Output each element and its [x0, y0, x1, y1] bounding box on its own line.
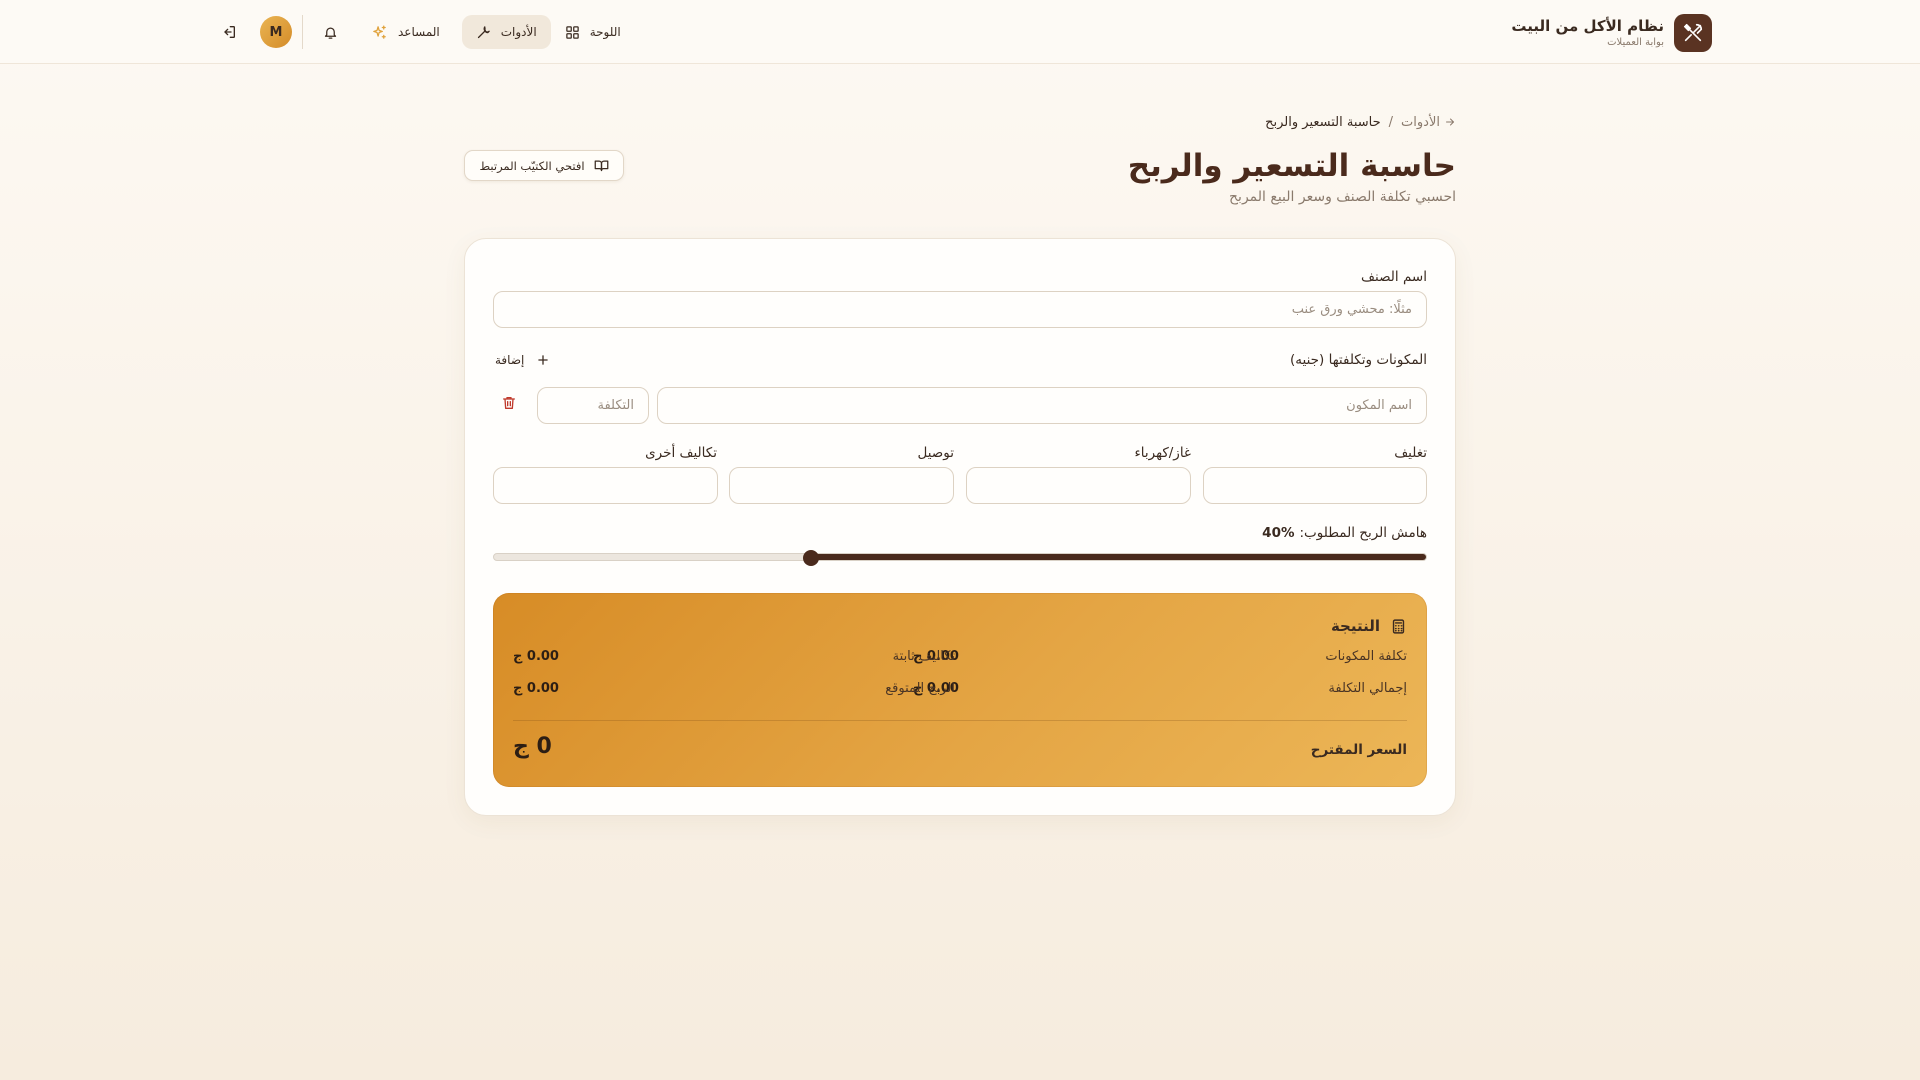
result-panel: النتيجة تكلفة المكونات 0.00 ج تكاليف ثاب… [493, 593, 1427, 787]
fixed-costs-label: تكاليف ثابتة [892, 649, 955, 664]
delivery-input[interactable] [729, 467, 954, 504]
page-title: حاسبة التسعير والربح [1127, 148, 1456, 184]
result-divider [513, 720, 1407, 721]
arrow-right-icon [1446, 118, 1454, 126]
bell-icon [324, 27, 336, 39]
gas-electricity-label: غاز/كهرباء [1134, 445, 1191, 461]
other-costs-label: تكاليف أخرى [645, 445, 717, 461]
calculator-card: اسم الصنف مثلًا: محشي ورق عنب المكونات و… [464, 238, 1456, 816]
utensils-icon [1674, 14, 1712, 52]
margin-slider-track[interactable] [493, 553, 1427, 561]
nav-assistant-label: المساعد [398, 25, 440, 39]
ingredients-label: المكونات وتكلفتها (جنيه) [1290, 352, 1427, 368]
nav-tools[interactable]: الأدوات [461, 15, 551, 49]
delivery-label: توصيل [917, 445, 955, 461]
total-cost-label: إجمالي التكلفة [1328, 681, 1407, 696]
wrench-icon [477, 25, 490, 38]
calculator-icon [1392, 618, 1405, 634]
trash-icon [503, 397, 515, 409]
brand[interactable]: نظام الأكل من البيت بوابة العميلات [1511, 14, 1712, 52]
expected-profit-value: 0.00 ج [513, 681, 559, 696]
packaging-label: تغليف [1394, 445, 1427, 461]
ingredients-cost-label: تكلفة المكونات [1325, 649, 1407, 664]
page-subtitle: احسبي تكلفة الصنف وسعر البيع المربح [1229, 189, 1456, 205]
book-icon [594, 160, 608, 172]
breadcrumb-separator: / [1388, 114, 1394, 130]
nav-assistant[interactable]: المساعد [357, 15, 454, 49]
ingredient-name-placeholder: اسم المكون [1346, 398, 1412, 413]
sparkles-icon [373, 24, 386, 39]
margin-label-row: هامش الربح المطلوب: 40% [1262, 525, 1427, 541]
margin-slider-fill [809, 554, 1426, 560]
notifications-button[interactable] [313, 15, 347, 49]
packaging-input[interactable] [1203, 467, 1427, 504]
grid-icon [565, 25, 579, 39]
plus-icon [538, 355, 549, 365]
breadcrumb-parent[interactable]: الأدوات [1401, 115, 1440, 130]
expected-profit-label: الربح المتوقع [885, 681, 955, 696]
open-notebook-button[interactable]: افتحي الكتيّب المرتبط [464, 150, 624, 181]
margin-value: 40% [1262, 525, 1295, 541]
open-notebook-label: افتحي الكتيّب المرتبط [479, 158, 585, 173]
gas-electricity-input[interactable] [966, 467, 1191, 504]
brand-subtitle: بوابة العميلات [1607, 36, 1664, 48]
margin-label: هامش الربح المطلوب: [1299, 525, 1428, 541]
add-ingredient-button[interactable]: إضافة [495, 349, 550, 371]
ingredient-name-input[interactable]: اسم المكون [657, 387, 1427, 424]
logout-button[interactable] [212, 15, 246, 49]
result-title-label: النتيجة [1330, 617, 1380, 635]
breadcrumb: الأدوات / حاسبة التسعير والربح [1265, 112, 1456, 132]
avatar[interactable]: M [260, 16, 292, 48]
item-name-label: اسم الصنف [1361, 269, 1427, 285]
suggested-price-label: السعر المقترح [1310, 742, 1407, 758]
ingredient-cost-placeholder: التكلفة [597, 398, 634, 413]
other-costs-input[interactable] [493, 467, 718, 504]
margin-slider-thumb[interactable] [802, 550, 819, 566]
delete-ingredient-button[interactable] [499, 395, 517, 413]
item-name-placeholder: مثلًا: محشي ورق عنب [1291, 302, 1412, 317]
item-name-input[interactable]: مثلًا: محشي ورق عنب [493, 291, 1427, 328]
top-bar: نظام الأكل من البيت بوابة العميلات M الم… [0, 0, 1920, 64]
brand-title: نظام الأكل من البيت [1511, 17, 1664, 36]
main-nav: M المساعد الأدوات اللوحة [212, 14, 635, 50]
fixed-costs-value: 0.00 ج [513, 649, 559, 664]
nav-dashboard-label: اللوحة [589, 25, 621, 39]
result-title: النتيجة [1331, 617, 1407, 635]
logout-icon [224, 26, 235, 38]
brand-text: نظام الأكل من البيت بوابة العميلات [1511, 18, 1664, 48]
nav-dashboard[interactable]: اللوحة [551, 15, 635, 49]
add-ingredient-label: إضافة [495, 353, 525, 367]
nav-divider [302, 15, 303, 49]
suggested-price-value: 0 ج [513, 734, 552, 759]
nav-tools-label: الأدوات [500, 25, 537, 39]
breadcrumb-current: حاسبة التسعير والربح [1265, 114, 1381, 130]
breadcrumb-back[interactable]: الأدوات [1401, 115, 1456, 130]
ingredient-cost-input[interactable]: التكلفة [537, 387, 649, 424]
